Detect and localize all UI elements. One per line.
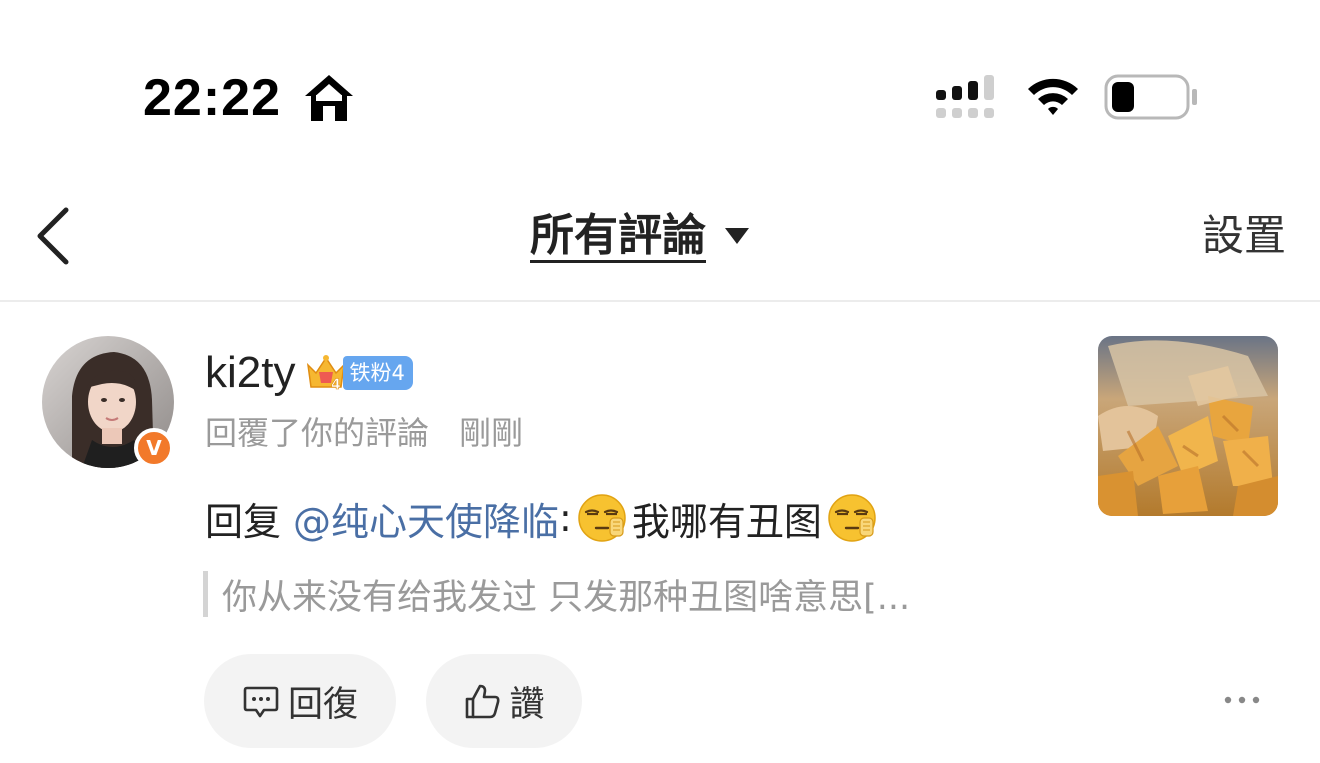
battery-icon [1104, 74, 1197, 120]
smirk-emoji-icon [578, 494, 626, 542]
reply-prefix: 回复 [205, 499, 282, 544]
reply-mention[interactable]: @纯心天使降临 [293, 491, 559, 546]
comment-time: 剛剛 [459, 414, 524, 452]
comment-bubble-icon [243, 686, 279, 718]
reply-text: 我哪有丑图 [631, 499, 822, 544]
comment-filter-dropdown[interactable]: 所有評論 [530, 204, 750, 268]
fan-badge: 铁粉4 [343, 356, 413, 390]
caret-down-icon [725, 228, 749, 244]
comment-action: 回覆了你的評論 [205, 414, 430, 452]
page-title: 所有評論 [530, 210, 706, 261]
reply-colon: : [559, 496, 572, 540]
quote-bar [203, 571, 208, 617]
like-button[interactable]: 讚 [426, 654, 582, 748]
home-icon [305, 75, 353, 121]
status-bar: 22:22 [0, 0, 1320, 190]
post-thumbnail[interactable] [1098, 336, 1278, 516]
status-time: 22:22 [143, 69, 281, 127]
wifi-icon [1028, 78, 1078, 115]
like-button-label: 讚 [509, 684, 545, 725]
more-options-icon[interactable] [1222, 690, 1262, 710]
signal-icon [936, 75, 994, 118]
reply-content[interactable]: 回复 @纯心天使降临 : 我哪有丑图 [205, 488, 882, 548]
reply-button-label: 回復 [287, 684, 358, 725]
quoted-comment-text: 你从来没有给我发过 只发那种丑图啥意思[... [222, 577, 911, 618]
reply-button[interactable]: 回復 [204, 654, 396, 748]
smirk-emoji-icon [828, 494, 876, 542]
crown-icon: 4 [307, 355, 346, 393]
crown-level: 4 [331, 377, 341, 393]
verified-badge: V [134, 428, 174, 468]
user-line: ki2ty 4 铁粉4 [205, 344, 413, 402]
chevron-left-icon[interactable] [30, 204, 78, 268]
comment-meta: 回覆了你的評論 剛剛 [205, 410, 523, 456]
username[interactable]: ki2ty [205, 344, 295, 402]
thumbs-up-icon [466, 684, 500, 719]
settings-button[interactable]: 設置 [1202, 204, 1286, 268]
nav-bar: 所有評論 設置 [0, 190, 1320, 302]
quoted-comment[interactable]: 你从来没有给我发过 只发那种丑图啥意思[... [203, 568, 910, 620]
